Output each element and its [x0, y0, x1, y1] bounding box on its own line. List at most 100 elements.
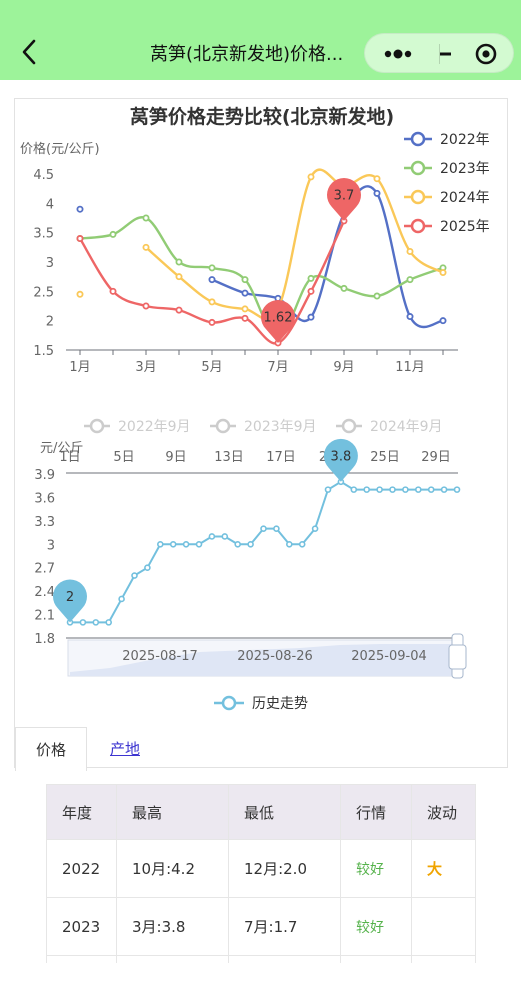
zoom-slider-handle-grip: [448, 644, 467, 670]
y-tick-label: 3.6: [34, 491, 55, 506]
table-row: 2022 10月:4.2 12月:2.0 较好 大: [46, 839, 476, 898]
chart-title: 莴笋价格走势比较(北京新发地): [130, 105, 394, 128]
data-point: [105, 619, 112, 626]
data-point: [311, 525, 319, 532]
data-point: [195, 540, 203, 548]
data-point: [273, 525, 280, 532]
page-bottom-fade: [0, 963, 521, 1001]
legend-label-inactive: 2022年9月: [118, 419, 191, 435]
data-point: [260, 525, 267, 532]
markpoint-pin-label: 1.62: [264, 311, 293, 326]
legend-marker-inactive: [341, 418, 357, 434]
date-label: 2025-09-04: [351, 649, 427, 664]
data-point: [307, 313, 315, 321]
price-charts[interactable]: 莴笋价格走势比较(北京新发地) 价格(元/公斤) 4.5 4 3.5 3 2.5 2 1.5 1月…: [0, 0, 521, 720]
legend-marker: [410, 218, 426, 234]
year-cell: 2022: [46, 839, 117, 898]
data-point: [298, 540, 306, 548]
data-point: [208, 264, 216, 272]
data-point: [324, 486, 332, 493]
y-tick-label: 2.5: [33, 285, 54, 300]
y-tick-label: 1.5: [33, 344, 54, 359]
data-point: [76, 235, 84, 243]
legend-label-inactive: 2024年9月: [370, 419, 443, 435]
data-point: [241, 305, 249, 313]
data-point: [307, 173, 315, 181]
data-point: [406, 276, 414, 284]
data-point: [439, 269, 447, 277]
data-point: [307, 287, 315, 295]
data-point: [247, 540, 254, 548]
data-point: [142, 214, 150, 222]
data-point: [118, 595, 125, 603]
data-point: [182, 540, 190, 548]
data-point: [234, 540, 241, 548]
top-axis-label: 5日: [113, 450, 134, 465]
y-tick-label: 2.7: [34, 562, 55, 577]
x-tick-label: 5月: [201, 360, 222, 375]
data-point: [221, 533, 229, 540]
data-point: [169, 540, 177, 548]
legend-label: 历史走势: [252, 696, 308, 712]
data-point: [373, 189, 381, 197]
trend-cell: 较好: [340, 897, 412, 956]
min-cell: 7月:1.7: [228, 897, 341, 956]
tab-bar: 价格 产地: [15, 727, 509, 771]
legend-label: 2024年: [440, 190, 490, 206]
legend-marker-inactive: [89, 418, 105, 434]
min-cell: 12月:2.0: [228, 839, 341, 898]
data-point: [363, 486, 371, 493]
legend-marker: [410, 160, 426, 176]
data-point: [241, 289, 249, 297]
markpoint-pin-label: 3.8: [331, 449, 352, 464]
tab-price[interactable]: 价格: [15, 727, 87, 771]
series-line-2024年: [145, 168, 444, 321]
legend-label: 2025年: [440, 219, 490, 235]
price-summary-table: 年度 最高 最低 行情 波动 2022 10月:4.2 12月:2.0 较好 大…: [46, 784, 476, 964]
top-axis-label: 29日: [421, 450, 451, 465]
legend-marker: [410, 131, 426, 147]
data-point: [109, 230, 117, 238]
y-tick-label: 3: [47, 538, 55, 553]
data-point: [109, 287, 117, 295]
data-point: [76, 290, 84, 298]
data-point: [439, 317, 447, 325]
max-cell: 3月:3.8: [116, 897, 229, 956]
y-tick-label: 3.9: [34, 468, 55, 483]
data-point: [142, 243, 150, 251]
table-header-row: 年度 最高 最低 行情 波动: [46, 784, 476, 840]
data-point: [427, 486, 435, 493]
column-header: 最高: [116, 784, 229, 840]
data-point: [402, 486, 409, 493]
tab-origin[interactable]: 产地: [107, 727, 143, 771]
history-line: [70, 480, 457, 624]
column-header: 波动: [411, 784, 476, 840]
data-point: [406, 313, 414, 321]
data-point: [175, 258, 183, 266]
y-tick-label: 4.5: [33, 168, 54, 183]
data-point: [208, 276, 216, 284]
column-header: 最低: [228, 784, 341, 840]
y-tick-label: 2.1: [34, 609, 55, 624]
year-cell: 2023: [46, 897, 117, 956]
markpoint-pin-label: 2: [66, 590, 74, 605]
legend-label-inactive: 2023年9月: [244, 419, 317, 435]
legend-marker: [221, 695, 237, 711]
legend-label: 2023年: [440, 161, 490, 177]
date-label: 2025-08-26: [237, 649, 313, 664]
x-tick-label: 1月: [69, 360, 90, 375]
data-point: [144, 564, 151, 572]
max-cell: 10月:4.2: [116, 839, 229, 898]
data-point: [373, 292, 381, 300]
legend-marker-inactive: [215, 418, 231, 434]
table-row: 2023 3月:3.8 7月:1.7 较好: [46, 897, 476, 956]
volatility-cell: [411, 897, 476, 956]
data-point: [307, 274, 315, 282]
volatility-cell: 大: [411, 839, 476, 898]
data-point: [453, 486, 461, 493]
data-point: [208, 533, 216, 540]
data-point: [79, 619, 87, 626]
top-axis-label: 9日: [165, 450, 186, 465]
data-point: [376, 486, 383, 493]
data-point: [175, 306, 183, 314]
